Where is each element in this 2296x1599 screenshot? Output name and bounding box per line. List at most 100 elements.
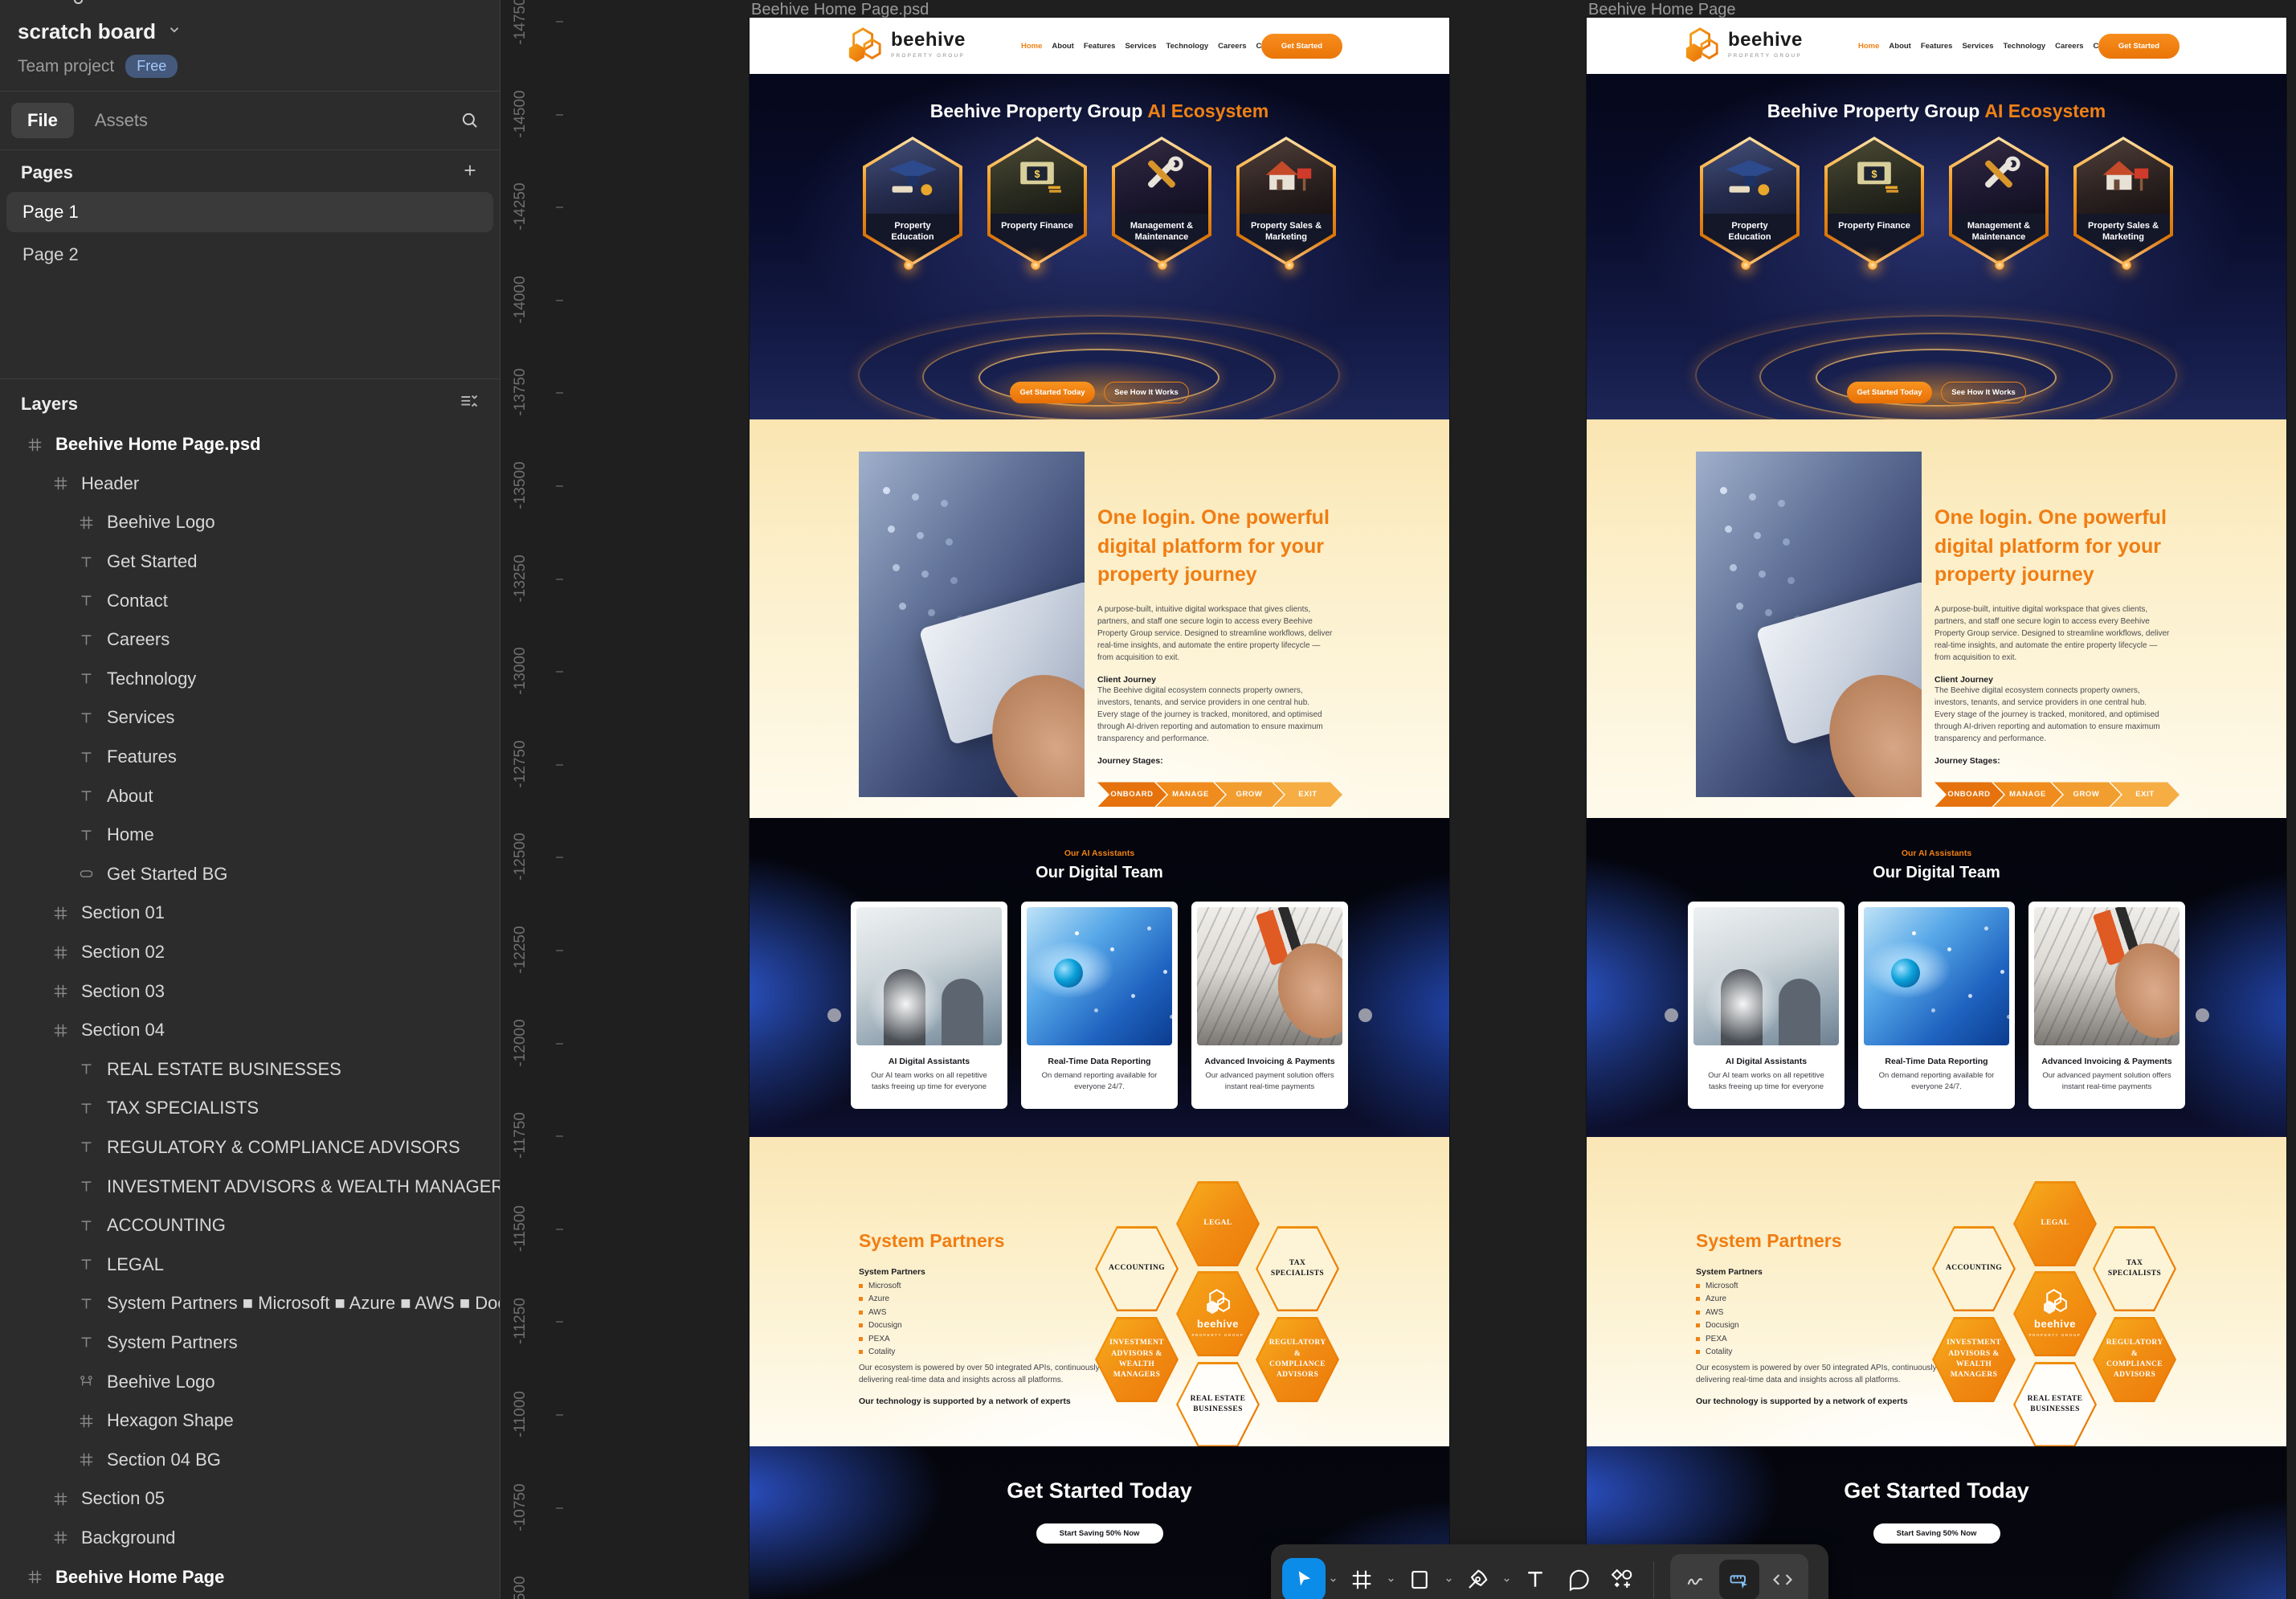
layer-row[interactable]: Section 01 xyxy=(0,894,500,933)
start-saving-button[interactable]: Start Saving 50% Now xyxy=(1873,1523,2000,1544)
nav-item-technology[interactable]: Technology xyxy=(1166,42,1209,51)
layer-row[interactable]: System Partners xyxy=(0,1323,500,1363)
see-how-it-works-button[interactable]: See How It Works xyxy=(1941,382,2026,403)
carousel-dot-left[interactable] xyxy=(827,1008,841,1022)
dev-mode-toggle[interactable] xyxy=(1719,1560,1759,1599)
layer-row[interactable]: Beehive Logo xyxy=(0,1362,500,1401)
nav-item-features[interactable]: Features xyxy=(1921,42,1953,51)
layer-row[interactable]: Get Started BG xyxy=(0,855,500,894)
comment-tool[interactable] xyxy=(1557,1558,1600,1599)
partner-hexagon: TAX SPECIALISTS xyxy=(1256,1226,1339,1311)
layer-row[interactable]: Services xyxy=(0,698,500,738)
layer-row[interactable]: TAX SPECIALISTS xyxy=(0,1089,500,1128)
layer-row[interactable]: LEGAL xyxy=(0,1245,500,1284)
nav-item-home[interactable]: Home xyxy=(1858,42,1879,51)
hero-hexagon-card[interactable]: Management & Maintenance xyxy=(1949,137,2049,265)
code-tool[interactable] xyxy=(1763,1560,1803,1599)
layer-row[interactable]: REAL ESTATE BUSINESSES xyxy=(0,1050,500,1090)
draw-tool[interactable] xyxy=(1676,1560,1716,1599)
layer-row[interactable]: Background xyxy=(0,1519,500,1558)
tab-file[interactable]: File xyxy=(11,103,74,138)
layer-row[interactable]: INVESTMENT ADVISORS & WEALTH MANAGERS xyxy=(0,1167,500,1206)
layer-row[interactable]: Section 02 xyxy=(0,933,500,972)
layer-row[interactable]: Home xyxy=(0,816,500,855)
hero-hexagon-card[interactable]: $Property Finance xyxy=(1824,137,1924,265)
page-item[interactable]: Page 1 xyxy=(6,192,493,232)
layer-row[interactable]: Hexagon Shape xyxy=(0,1401,500,1441)
artboard[interactable]: beehive PROPERTY GROUP HomeAboutFeatures… xyxy=(1587,18,2286,1599)
artboard-label[interactable]: Beehive Home Page xyxy=(1587,0,2286,18)
shape-tool-dropdown-icon[interactable] xyxy=(1441,1576,1456,1585)
hero-hexagon-card[interactable]: $Property Finance xyxy=(987,137,1087,265)
team-card[interactable]: Advanced Invoicing & PaymentsOur advance… xyxy=(1191,902,1348,1109)
layer-row[interactable]: Careers xyxy=(0,620,500,660)
layer-row[interactable]: Section 04 xyxy=(0,1011,500,1050)
team-card[interactable]: Advanced Invoicing & PaymentsOur advance… xyxy=(2028,902,2185,1109)
actions-tool[interactable] xyxy=(1600,1558,1644,1599)
bullet-square-icon xyxy=(1696,1337,1700,1341)
see-how-it-works-button[interactable]: See How It Works xyxy=(1104,382,1189,403)
tab-assets[interactable]: Assets xyxy=(79,103,164,138)
frame-tool-dropdown-icon[interactable] xyxy=(1383,1576,1398,1585)
artboard-label[interactable]: Beehive Home Page.psd xyxy=(750,0,1449,18)
nav-item-home[interactable]: Home xyxy=(1021,42,1042,51)
team-card[interactable]: Real-Time Data ReportingOn demand report… xyxy=(1858,902,2015,1109)
layer-row[interactable]: REGULATORY & COMPLIANCE ADVISORS xyxy=(0,1128,500,1168)
move-tool-dropdown-icon[interactable] xyxy=(1326,1576,1340,1585)
layer-row[interactable]: Section 05 xyxy=(0,1479,500,1519)
carousel-dot-right[interactable] xyxy=(2196,1008,2209,1022)
hero-hexagon-card[interactable]: Property Education xyxy=(863,137,962,265)
layer-row[interactable]: Section 04 BG xyxy=(0,1440,500,1479)
chevron-down-icon[interactable] xyxy=(167,22,182,41)
artboard[interactable]: beehive PROPERTY GROUP HomeAboutFeatures… xyxy=(750,18,1449,1599)
add-page-icon[interactable] xyxy=(461,162,479,183)
collapse-layers-icon[interactable] xyxy=(460,392,479,415)
project-title[interactable]: scratch board xyxy=(18,19,156,44)
partner-hexagon: INVESTMENT ADVISORS & WEALTH MANAGERS xyxy=(1932,1317,2016,1402)
nav-item-careers[interactable]: Careers xyxy=(2055,42,2083,51)
layer-row[interactable]: ACCOUNTING xyxy=(0,1206,500,1245)
get-started-button[interactable]: Get Started xyxy=(2098,34,2180,59)
hero-hexagon-card[interactable]: Management & Maintenance xyxy=(1112,137,1211,265)
layer-row[interactable]: Header xyxy=(0,464,500,504)
layer-row[interactable]: Beehive Home Page xyxy=(0,1557,500,1597)
pen-tool[interactable] xyxy=(1456,1558,1499,1599)
nav-item-about[interactable]: About xyxy=(1889,42,1910,51)
move-tool[interactable] xyxy=(1282,1558,1326,1599)
layer-row[interactable]: Features xyxy=(0,738,500,777)
team-card[interactable]: AI Digital AssistantsOur AI team works o… xyxy=(1688,902,1845,1109)
layer-row[interactable]: Beehive Logo xyxy=(0,503,500,542)
hero-hexagon-card[interactable]: Property Sales & Marketing xyxy=(2073,137,2173,265)
get-started-today-button[interactable]: Get Started Today xyxy=(1847,382,1932,403)
layer-row[interactable]: About xyxy=(0,776,500,816)
carousel-dot-right[interactable] xyxy=(1358,1008,1372,1022)
hero-hexagon-card[interactable]: Property Sales & Marketing xyxy=(1236,137,1336,265)
nav-item-services[interactable]: Services xyxy=(1125,42,1156,51)
hero-hexagon-card[interactable]: Property Education xyxy=(1700,137,1800,265)
nav-item-technology[interactable]: Technology xyxy=(2004,42,2046,51)
pen-tool-dropdown-icon[interactable] xyxy=(1499,1576,1514,1585)
frame-tool[interactable] xyxy=(1340,1558,1383,1599)
page-item[interactable]: Page 2 xyxy=(6,235,493,275)
nav-item-services[interactable]: Services xyxy=(1962,42,1993,51)
layer-row[interactable]: Beehive Home Page.psd xyxy=(0,425,500,464)
nav-item-careers[interactable]: Careers xyxy=(1218,42,1246,51)
partner-list-item: Microsoft xyxy=(1696,1282,1947,1290)
layer-row[interactable]: Section 03 xyxy=(0,971,500,1011)
text-icon xyxy=(76,750,96,765)
layer-row[interactable]: Contact xyxy=(0,581,500,620)
layer-row[interactable]: System Partners ■ Microsoft ■ Azure ■ AW… xyxy=(0,1284,500,1323)
nav-item-features[interactable]: Features xyxy=(1084,42,1116,51)
shape-tool[interactable] xyxy=(1398,1558,1441,1599)
start-saving-button[interactable]: Start Saving 50% Now xyxy=(1036,1523,1163,1544)
team-card[interactable]: Real-Time Data ReportingOn demand report… xyxy=(1021,902,1178,1109)
text-tool[interactable] xyxy=(1514,1558,1557,1599)
search-icon[interactable] xyxy=(460,110,480,131)
layer-row[interactable]: Technology xyxy=(0,660,500,699)
get-started-today-button[interactable]: Get Started Today xyxy=(1010,382,1095,403)
carousel-dot-left[interactable] xyxy=(1665,1008,1678,1022)
get-started-button[interactable]: Get Started xyxy=(1261,34,1342,59)
layer-row[interactable]: Get Started xyxy=(0,542,500,582)
team-card[interactable]: AI Digital AssistantsOur AI team works o… xyxy=(851,902,1007,1109)
nav-item-about[interactable]: About xyxy=(1052,42,1073,51)
